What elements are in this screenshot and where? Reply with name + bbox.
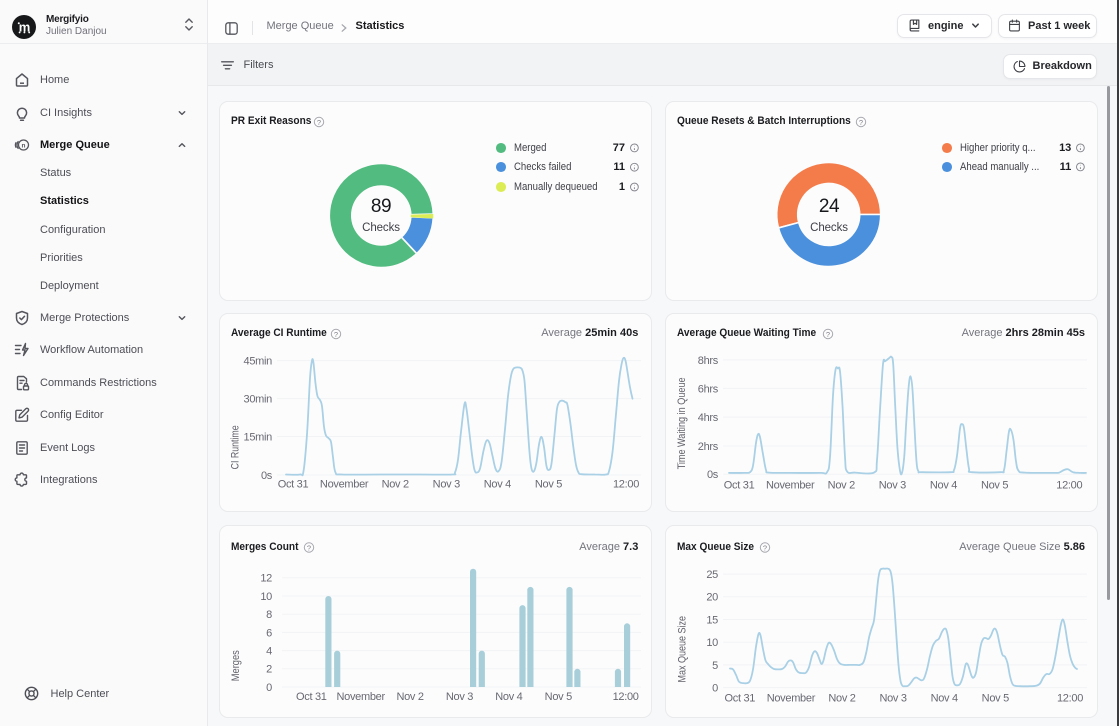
svg-text:Nov 3: Nov 3	[879, 479, 906, 491]
svg-text:Oct 31: Oct 31	[296, 691, 327, 703]
svg-text:12:00: 12:00	[613, 479, 639, 491]
svg-text:?: ?	[826, 330, 830, 339]
svg-text:Max Queue Size: Max Queue Size	[676, 616, 688, 683]
svg-text:4: 4	[266, 646, 272, 658]
svg-text:Nov 4: Nov 4	[931, 693, 958, 705]
svg-text:25: 25	[706, 569, 718, 581]
svg-text:November: November	[766, 479, 815, 491]
svg-text:?: ?	[307, 543, 311, 552]
svg-text:0s: 0s	[707, 469, 719, 481]
svg-text:4hrs: 4hrs	[698, 412, 719, 424]
svg-text:10: 10	[706, 637, 718, 649]
svg-text:?: ?	[859, 118, 863, 127]
svg-text:?: ?	[763, 543, 767, 552]
svg-text:6: 6	[266, 627, 272, 639]
svg-text:November: November	[337, 691, 386, 703]
svg-text:CI Runtime: CI Runtime	[229, 425, 241, 469]
svg-text:0: 0	[712, 683, 718, 695]
svg-text:Nov 3: Nov 3	[879, 693, 906, 705]
svg-text:10: 10	[260, 591, 272, 603]
svg-text:Nov 2: Nov 2	[828, 479, 855, 491]
svg-text:Nov 5: Nov 5	[535, 479, 562, 491]
svg-text:Nov 4: Nov 4	[930, 479, 957, 491]
svg-text:30min: 30min	[244, 394, 273, 406]
svg-text:12:00: 12:00	[613, 691, 639, 703]
svg-text:Nov 4: Nov 4	[484, 479, 511, 491]
svg-text:?: ?	[317, 118, 321, 127]
svg-text:Nov 5: Nov 5	[545, 691, 572, 703]
svg-text:12:00: 12:00	[1057, 693, 1083, 705]
svg-text:Nov 2: Nov 2	[828, 693, 855, 705]
svg-text:12:00: 12:00	[1056, 479, 1082, 491]
svg-text:12: 12	[260, 573, 272, 585]
svg-text:45min: 45min	[244, 356, 273, 368]
svg-text:Oct 31: Oct 31	[724, 479, 755, 491]
svg-text:Nov 3: Nov 3	[446, 691, 473, 703]
svg-text:Nov 4: Nov 4	[495, 691, 522, 703]
svg-text:5: 5	[712, 660, 718, 672]
svg-text:15: 15	[706, 614, 718, 626]
svg-text:15min: 15min	[244, 431, 273, 443]
svg-text:Nov 5: Nov 5	[982, 693, 1009, 705]
svg-text:Merges: Merges	[230, 650, 242, 681]
svg-text:Nov 5: Nov 5	[981, 479, 1008, 491]
svg-text:Oct 31: Oct 31	[278, 479, 309, 491]
svg-text:Nov 2: Nov 2	[396, 691, 423, 703]
svg-text:November: November	[320, 479, 369, 491]
svg-text:0s: 0s	[261, 470, 273, 482]
svg-text:November: November	[767, 693, 816, 705]
svg-text:6hrs: 6hrs	[698, 383, 719, 395]
svg-text:20: 20	[706, 592, 718, 604]
svg-text:?: ?	[334, 330, 338, 339]
svg-text:0: 0	[266, 682, 272, 694]
svg-text:Oct 31: Oct 31	[724, 693, 755, 705]
svg-text:Time Waiting in Queue: Time Waiting in Queue	[676, 377, 688, 469]
svg-text:8: 8	[266, 609, 272, 621]
svg-text:Nov 2: Nov 2	[382, 479, 409, 491]
svg-text:2hrs: 2hrs	[698, 441, 719, 453]
svg-text:8hrs: 8hrs	[698, 355, 719, 367]
svg-text:Nov 3: Nov 3	[433, 479, 460, 491]
svg-text:2: 2	[266, 664, 272, 676]
